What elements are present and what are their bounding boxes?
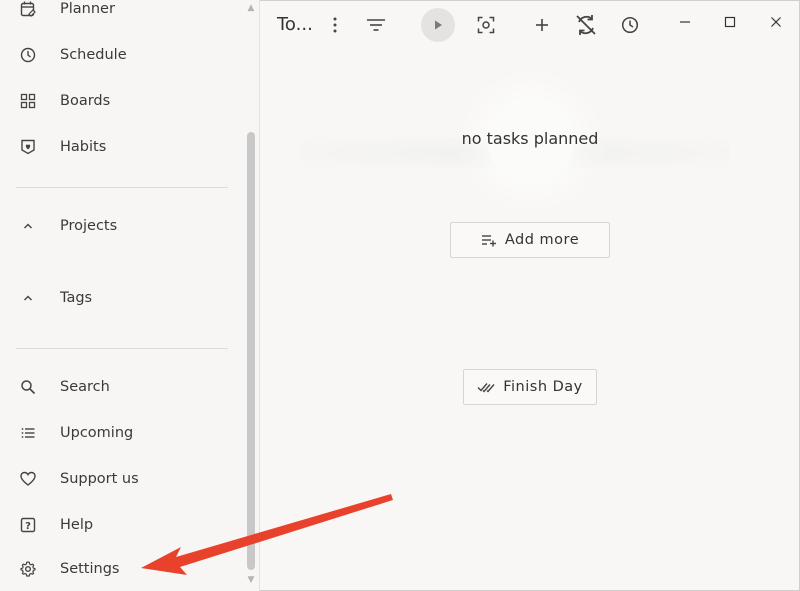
close-icon — [771, 17, 781, 27]
sidebar-item-label: Upcoming — [60, 425, 134, 441]
gear-icon — [19, 560, 37, 578]
play-button[interactable] — [421, 8, 455, 42]
heart-icon — [19, 470, 37, 488]
search-icon — [19, 378, 37, 396]
sidebar-item-tags[interactable]: Tags — [0, 278, 240, 318]
close-button[interactable] — [760, 6, 792, 38]
filter-icon — [367, 19, 385, 31]
list-icon — [19, 424, 37, 442]
sidebar-divider — [16, 348, 228, 349]
sidebar-item-support-us[interactable]: Support us — [0, 459, 240, 499]
list-title[interactable]: To... — [277, 14, 313, 35]
plus-icon — [536, 19, 548, 31]
sidebar: Planner Schedule Boards Habits Projects … — [0, 0, 260, 591]
add-task-button[interactable] — [526, 9, 558, 41]
add-more-button[interactable]: Add more — [450, 222, 610, 258]
playlist-add-icon — [481, 233, 497, 247]
scroll-down-arrow-icon[interactable]: ▼ — [245, 575, 257, 587]
sidebar-item-label: Tags — [60, 290, 93, 306]
sidebar-item-label: Schedule — [60, 47, 127, 63]
minimize-icon — [680, 21, 690, 23]
more-vertical-icon — [333, 17, 337, 33]
chevron-up-icon[interactable] — [19, 217, 37, 235]
finish-day-button[interactable]: Finish Day — [463, 369, 597, 405]
sidebar-item-label: Support us — [60, 471, 139, 487]
scroll-up-arrow-icon[interactable]: ▲ — [245, 3, 257, 15]
empty-state-text: no tasks planned — [461, 129, 599, 148]
more-options-button[interactable] — [319, 9, 351, 41]
sidebar-item-label: Habits — [60, 139, 107, 155]
sidebar-scrollbar-thumb[interactable] — [247, 132, 255, 570]
sidebar-item-planner[interactable]: Planner — [0, 0, 240, 29]
double-check-icon — [477, 381, 495, 393]
sidebar-item-help[interactable]: ? Help — [0, 505, 240, 545]
history-button[interactable] — [614, 9, 646, 41]
chevron-up-icon[interactable] — [19, 289, 37, 307]
clock-icon — [19, 46, 37, 64]
add-more-label: Add more — [504, 232, 580, 248]
play-icon — [435, 20, 442, 30]
boards-icon — [19, 92, 37, 110]
sidebar-item-habits[interactable]: Habits — [0, 127, 240, 167]
planner-icon — [19, 0, 37, 18]
focus-button[interactable] — [470, 9, 502, 41]
sync-off-icon — [576, 15, 596, 35]
sidebar-item-upcoming[interactable]: Upcoming — [0, 413, 240, 453]
sidebar-divider — [16, 187, 228, 188]
sidebar-item-label: Help — [60, 517, 94, 533]
sidebar-item-settings[interactable]: Settings — [0, 549, 240, 589]
sidebar-item-label: Projects — [60, 218, 118, 234]
svg-text:?: ? — [25, 521, 31, 532]
clock-icon — [621, 16, 639, 34]
sidebar-item-boards[interactable]: Boards — [0, 81, 240, 121]
sidebar-item-label: Planner — [60, 1, 115, 17]
habits-icon — [19, 138, 37, 156]
filter-button[interactable] — [360, 9, 392, 41]
sidebar-item-search[interactable]: Search — [0, 367, 240, 407]
focus-icon — [477, 16, 495, 34]
sidebar-item-schedule[interactable]: Schedule — [0, 35, 240, 75]
sidebar-item-projects[interactable]: Projects — [0, 206, 240, 246]
minimize-button[interactable] — [669, 6, 701, 38]
help-icon: ? — [19, 516, 37, 534]
sync-off-button[interactable] — [570, 9, 602, 41]
sidebar-item-label: Settings — [60, 561, 120, 577]
finish-day-label: Finish Day — [503, 379, 583, 395]
maximize-button[interactable] — [714, 6, 746, 38]
sidebar-item-label: Boards — [60, 93, 111, 109]
sidebar-item-label: Search — [60, 379, 110, 395]
maximize-icon — [724, 16, 736, 28]
